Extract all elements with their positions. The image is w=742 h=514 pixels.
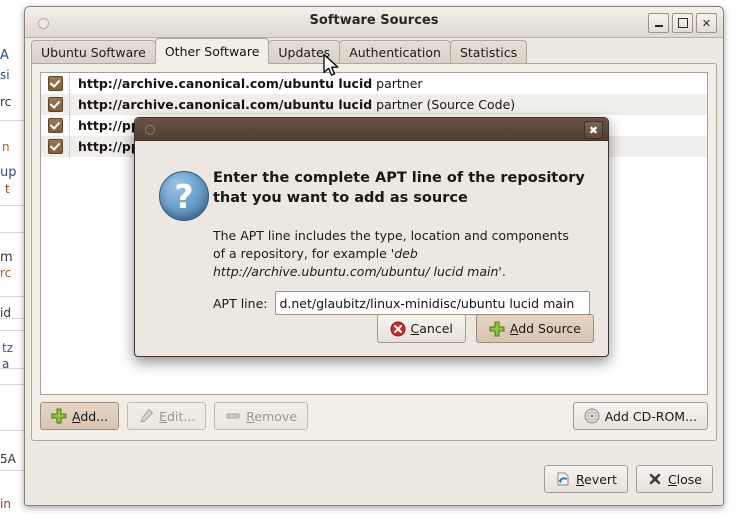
source-toolbar-right: Add CD-ROM... <box>573 402 708 430</box>
plus-icon <box>51 408 67 424</box>
apt-line-field-row: APT line: <box>213 291 590 315</box>
window-controls: ✕ <box>648 13 717 33</box>
dialog-buttons: Cancel Add Source <box>377 314 594 343</box>
mouse-cursor <box>322 53 342 79</box>
background-text-fragment: A <box>0 48 9 63</box>
plus-icon <box>489 321 505 337</box>
source-list-row[interactable]: http://archive.canonical.com/ubuntu luci… <box>41 94 707 115</box>
column-divider <box>69 94 71 115</box>
source-enabled-checkbox[interactable] <box>48 118 63 133</box>
source-enabled-checkbox[interactable] <box>48 76 63 91</box>
tab-ubuntu-software[interactable]: Ubuntu Software <box>31 40 156 64</box>
tab-statistics[interactable]: Statistics <box>450 40 527 64</box>
dialog-close-button[interactable]: ✖ <box>584 121 603 139</box>
window-title: Software Sources <box>25 13 723 28</box>
cdrom-icon <box>584 408 600 424</box>
background-text-fragment: t <box>5 182 10 196</box>
add-cdrom-button[interactable]: Add CD-ROM... <box>573 402 708 430</box>
source-uri-label: http://archive.canonical.com/ubuntu luci… <box>78 76 423 91</box>
remove-button-label: Remove <box>246 409 297 424</box>
source-enabled-checkbox[interactable] <box>48 139 63 154</box>
dialog-menu-icon[interactable] <box>145 125 155 135</box>
remove-button[interactable]: Remove <box>214 402 308 430</box>
dialog-body: ? Enter the complete APT line of the rep… <box>135 141 608 357</box>
close-button-label: Close <box>668 472 702 487</box>
background-text-fragment: rc <box>0 266 11 280</box>
background-text-fragment: a <box>2 357 9 371</box>
add-source-button-label: Add Source <box>510 321 581 336</box>
cancel-button[interactable]: Cancel <box>377 314 466 343</box>
background-text-fragment: id <box>0 306 11 320</box>
background-text-fragment: tz <box>2 341 13 355</box>
background-text-fragment: 5A <box>0 452 16 466</box>
apt-line-label: APT line: <box>213 296 267 311</box>
add-button-label: Add... <box>72 409 108 424</box>
background-text-fragment: si <box>0 68 10 82</box>
edit-button-label: Edit... <box>159 409 195 424</box>
revert-button[interactable]: Revert <box>544 465 628 493</box>
background-text-fragment: in <box>0 497 11 511</box>
revert-icon <box>555 471 571 487</box>
dialog-heading: Enter the complete APT line of the repos… <box>213 169 593 208</box>
dialog-desc-prefix: The APT line includes the type, location… <box>213 228 569 261</box>
maximize-button[interactable] <box>672 13 693 33</box>
revert-button-label: Revert <box>576 472 617 487</box>
question-icon: ? <box>159 171 209 221</box>
cancel-button-label: Cancel <box>411 321 453 336</box>
background-text-fragment: up <box>0 165 17 180</box>
background-text-fragment: rc <box>0 95 11 109</box>
close-button[interactable]: ✕ <box>696 13 717 33</box>
add-button[interactable]: Add... <box>40 402 119 430</box>
source-uri-label: http://archive.canonical.com/ubuntu luci… <box>78 97 515 112</box>
tab-bar: Ubuntu SoftwareOther SoftwareUpdatesAuth… <box>31 38 526 64</box>
dialog-description: The APT line includes the type, location… <box>213 227 573 280</box>
background-text-fragment: n <box>2 140 10 154</box>
add-source-button[interactable]: Add Source <box>476 314 594 343</box>
minus-icon <box>225 408 241 424</box>
apt-line-input[interactable] <box>275 291 590 315</box>
dialog-titlebar[interactable]: ✖ <box>135 118 608 141</box>
source-toolbar-left: Add... Edit... Remove <box>40 402 308 430</box>
column-divider <box>69 115 71 136</box>
close-dialog-button[interactable]: Close <box>636 465 713 493</box>
minimize-button[interactable] <box>648 13 669 33</box>
background-text-fragment: m <box>0 250 13 265</box>
tab-authentication[interactable]: Authentication <box>339 40 451 64</box>
pencil-icon <box>138 408 154 424</box>
source-list-row[interactable]: http://archive.canonical.com/ubuntu luci… <box>41 73 707 94</box>
window-titlebar[interactable]: Software Sources ✕ <box>25 7 723 38</box>
screen: Asircnuptmrcidtza5Ain Software Sources ✕… <box>0 0 742 514</box>
add-apt-line-dialog: ✖ ? Enter the complete APT line of the r… <box>134 117 609 357</box>
cancel-icon <box>390 321 406 337</box>
column-divider <box>69 136 71 157</box>
window-footer: Revert Close <box>544 465 713 493</box>
source-toolbar: Add... Edit... Remove <box>40 402 708 432</box>
dialog-desc-suffix: '. <box>498 264 505 279</box>
close-x-icon <box>647 471 663 487</box>
column-divider <box>69 73 71 94</box>
add-cdrom-label: Add CD-ROM... <box>605 409 697 424</box>
edit-button[interactable]: Edit... <box>127 402 206 430</box>
source-enabled-checkbox[interactable] <box>48 97 63 112</box>
tab-other-software[interactable]: Other Software <box>155 38 270 64</box>
